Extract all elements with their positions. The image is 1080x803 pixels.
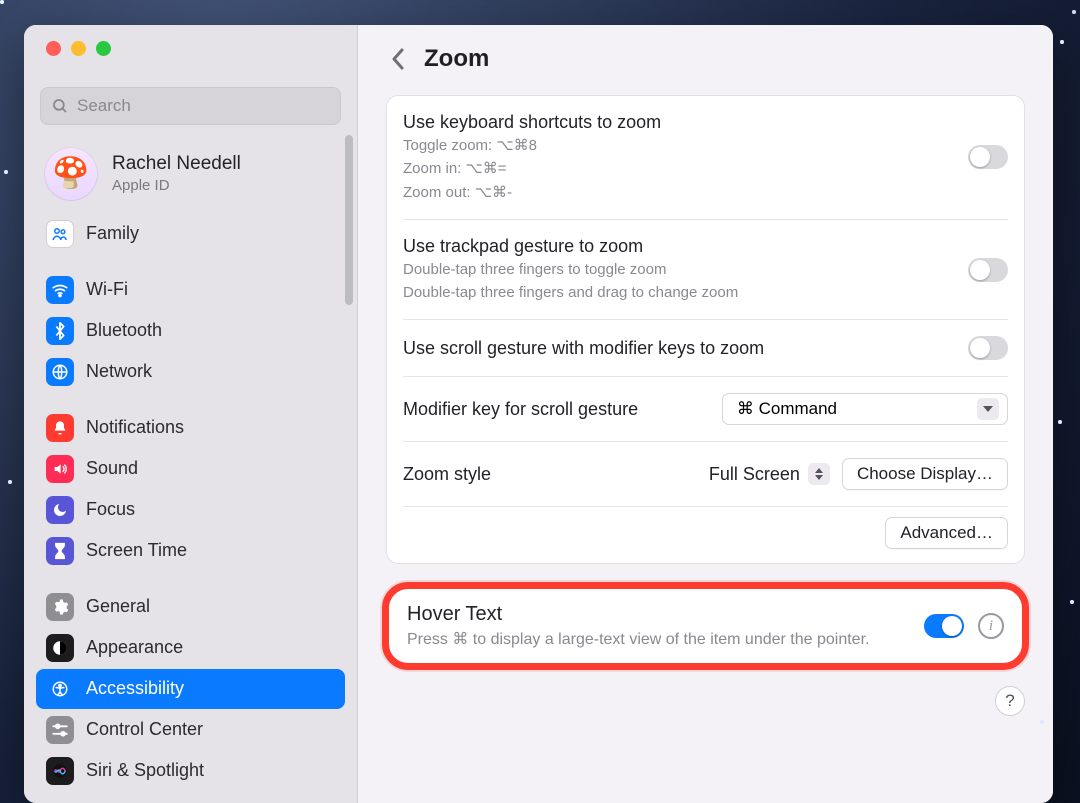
hover-text-card: Hover Text Press ⌘ to display a large-te… bbox=[382, 582, 1029, 670]
profile-name: Rachel Needell bbox=[112, 153, 241, 175]
modifier-title: Modifier key for scroll gesture bbox=[403, 399, 722, 420]
sidebar-item-label: Notifications bbox=[86, 417, 184, 438]
row-modifier-key: Modifier key for scroll gesture ⌘ Comman… bbox=[403, 377, 1008, 442]
row-zoom-style: Zoom style Full Screen Choose Display… bbox=[403, 442, 1008, 507]
content-pane: Zoom Use keyboard shortcuts to zoom Togg… bbox=[358, 25, 1053, 803]
row-scroll-gesture: Use scroll gesture with modifier keys to… bbox=[403, 320, 1008, 377]
scroll-title: Use scroll gesture with modifier keys to… bbox=[403, 338, 968, 359]
sidebar-item-label: Sound bbox=[86, 458, 138, 479]
wifi-icon bbox=[46, 276, 74, 304]
gear-icon bbox=[46, 593, 74, 621]
back-button[interactable] bbox=[386, 47, 410, 71]
siri-icon bbox=[46, 757, 74, 785]
row-advanced: Advanced… bbox=[403, 507, 1008, 563]
style-popup[interactable]: Full Screen bbox=[709, 463, 830, 485]
hourglass-icon bbox=[46, 537, 74, 565]
trackpad-toggle[interactable] bbox=[968, 258, 1008, 282]
help-button[interactable]: ? bbox=[995, 686, 1025, 716]
system-settings-window: 🍄 Rachel Needell Apple ID Family Wi-Fi Blu… bbox=[24, 25, 1053, 803]
search-input[interactable] bbox=[77, 96, 330, 116]
choose-display-button[interactable]: Choose Display… bbox=[842, 458, 1008, 490]
row-trackpad-gesture: Use trackpad gesture to zoom Double-tap … bbox=[403, 220, 1008, 321]
sidebar-nav: Family Wi-Fi Bluetooth Network Notifications… bbox=[24, 209, 357, 803]
kb-l3: Zoom out: ⌥⌘- bbox=[403, 183, 968, 203]
moon-icon bbox=[46, 496, 74, 524]
content-header: Zoom bbox=[358, 25, 1053, 87]
globe-icon bbox=[46, 358, 74, 386]
sidebar-item-wi-fi[interactable]: Wi-Fi bbox=[36, 270, 345, 310]
sidebar-item-sound[interactable]: Sound bbox=[36, 449, 345, 489]
sidebar-item-label: General bbox=[86, 596, 150, 617]
up-down-icon bbox=[808, 463, 830, 485]
hover-toggle[interactable] bbox=[924, 614, 964, 638]
sidebar-item-bluetooth[interactable]: Bluetooth bbox=[36, 311, 345, 351]
zoom-panel: Use keyboard shortcuts to zoom Toggle zo… bbox=[386, 95, 1025, 564]
accessibility-icon bbox=[46, 675, 74, 703]
sidebar-item-appearance[interactable]: Appearance bbox=[36, 628, 345, 668]
sidebar-item-label: Focus bbox=[86, 499, 135, 520]
search-field[interactable] bbox=[40, 87, 341, 125]
sidebar-scrollbar[interactable] bbox=[345, 135, 353, 305]
minimize-window-button[interactable] bbox=[71, 41, 86, 56]
row-keyboard-shortcuts: Use keyboard shortcuts to zoom Toggle zo… bbox=[403, 96, 1008, 220]
sidebar-item-label: Siri & Spotlight bbox=[86, 760, 204, 781]
sidebar-item-label: Family bbox=[86, 223, 139, 244]
page-title: Zoom bbox=[424, 45, 489, 73]
sidebar-item-focus[interactable]: Focus bbox=[36, 490, 345, 530]
modifier-value: ⌘ Command bbox=[737, 399, 837, 419]
sidebar-item-siri-spotlight[interactable]: Siri & Spotlight bbox=[36, 751, 345, 791]
profile-sub: Apple ID bbox=[112, 177, 241, 194]
sidebar-item-label: Control Center bbox=[86, 719, 203, 740]
kb-toggle[interactable] bbox=[968, 145, 1008, 169]
appearance-icon bbox=[46, 634, 74, 662]
window-controls bbox=[24, 25, 357, 69]
sidebar-item-label: Bluetooth bbox=[86, 320, 162, 341]
sidebar-item-label: Accessibility bbox=[86, 678, 184, 699]
advanced-button[interactable]: Advanced… bbox=[885, 517, 1008, 549]
fullscreen-window-button[interactable] bbox=[96, 41, 111, 56]
sidebar-item-label: Wi-Fi bbox=[86, 279, 128, 300]
kb-title: Use keyboard shortcuts to zoom bbox=[403, 112, 968, 133]
trackpad-title: Use trackpad gesture to zoom bbox=[403, 236, 968, 257]
avatar: 🍄 bbox=[44, 147, 98, 201]
sidebar-item-notifications[interactable]: Notifications bbox=[36, 408, 345, 448]
scroll-toggle[interactable] bbox=[968, 336, 1008, 360]
close-window-button[interactable] bbox=[46, 41, 61, 56]
family-icon bbox=[46, 220, 74, 248]
bluetooth-icon bbox=[46, 317, 74, 345]
kb-l1: Toggle zoom: ⌥⌘8 bbox=[403, 136, 968, 156]
sidebar-item-network[interactable]: Network bbox=[36, 352, 345, 392]
search-icon bbox=[51, 97, 69, 115]
sidebar-item-label: Screen Time bbox=[86, 540, 187, 561]
sidebar-item-label: Network bbox=[86, 361, 152, 382]
hover-desc: Press ⌘ to display a large-text view of … bbox=[407, 629, 910, 649]
sidebar-item-screen-time[interactable]: Screen Time bbox=[36, 531, 345, 571]
hover-title: Hover Text bbox=[407, 603, 910, 626]
kb-l2: Zoom in: ⌥⌘= bbox=[403, 159, 968, 179]
sliders-icon bbox=[46, 716, 74, 744]
trackpad-l1: Double-tap three fingers to toggle zoom bbox=[403, 260, 968, 280]
apple-id-row[interactable]: 🍄 Rachel Needell Apple ID bbox=[24, 133, 357, 209]
sidebar-item-family[interactable]: Family bbox=[36, 214, 345, 254]
sidebar: 🍄 Rachel Needell Apple ID Family Wi-Fi Blu… bbox=[24, 25, 358, 803]
modifier-select[interactable]: ⌘ Command bbox=[722, 393, 1008, 425]
sidebar-item-label: Appearance bbox=[86, 637, 183, 658]
trackpad-l2: Double-tap three fingers and drag to cha… bbox=[403, 283, 968, 303]
sidebar-item-general[interactable]: General bbox=[36, 587, 345, 627]
chevron-down-icon bbox=[977, 398, 999, 420]
style-title: Zoom style bbox=[403, 464, 491, 485]
style-value: Full Screen bbox=[709, 464, 800, 485]
bell-icon bbox=[46, 414, 74, 442]
sidebar-item-control-center[interactable]: Control Center bbox=[36, 710, 345, 750]
info-icon[interactable]: i bbox=[978, 613, 1004, 639]
speaker-icon bbox=[46, 455, 74, 483]
sidebar-item-accessibility[interactable]: Accessibility bbox=[36, 669, 345, 709]
